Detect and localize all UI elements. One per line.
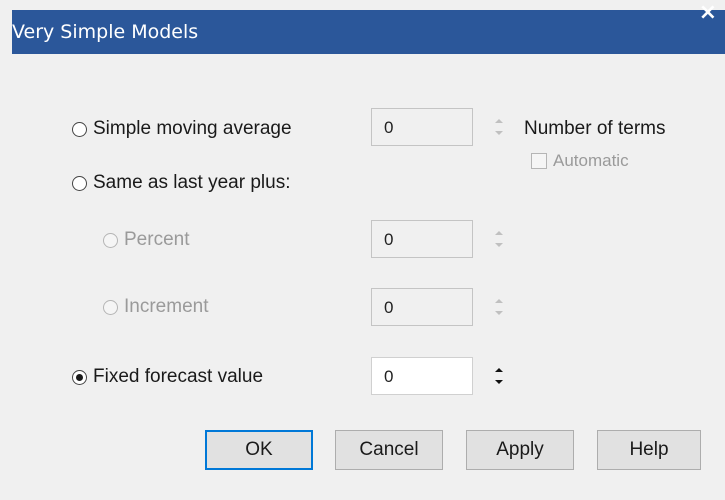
radio-simple-moving-average[interactable]: Simple moving average: [72, 118, 292, 140]
percent-input[interactable]: 0: [371, 220, 473, 258]
increment-input[interactable]: 0: [371, 288, 473, 326]
dialog-title: Very Simple Models: [12, 21, 199, 43]
title-bar[interactable]: Very Simple Models ×: [12, 0, 725, 54]
sma-terms-input[interactable]: 0: [371, 108, 473, 146]
spin-up-icon[interactable]: [495, 231, 503, 235]
dialog-window: Very Simple Models × Simple moving avera…: [0, 0, 725, 500]
radio-circle-icon[interactable]: [72, 369, 87, 385]
checkbox-icon[interactable]: [531, 153, 547, 169]
spin-up-icon[interactable]: [495, 299, 503, 303]
sma-terms-stepper[interactable]: [490, 108, 514, 146]
spin-down-icon[interactable]: [495, 131, 503, 135]
radio-increment[interactable]: Increment: [103, 296, 208, 318]
number-of-terms-label: Number of terms: [524, 118, 666, 139]
radio-circle-icon[interactable]: [72, 175, 87, 191]
automatic-checkbox[interactable]: Automatic: [531, 151, 629, 171]
radio-label-percent: Percent: [124, 229, 190, 250]
automatic-label: Automatic: [553, 151, 629, 170]
close-icon[interactable]: ×: [699, 0, 717, 25]
spin-up-icon[interactable]: [495, 368, 503, 372]
radio-circle-icon[interactable]: [103, 232, 118, 248]
spin-down-icon[interactable]: [495, 243, 503, 247]
radio-selected-dot: [76, 373, 83, 381]
radio-same-as-last-year[interactable]: Same as last year plus:: [72, 172, 290, 194]
spin-up-icon[interactable]: [495, 119, 503, 123]
radio-fixed-forecast-value[interactable]: Fixed forecast value: [72, 366, 263, 388]
help-button[interactable]: Help: [597, 430, 701, 470]
radio-label-increment: Increment: [124, 296, 209, 317]
cancel-button[interactable]: Cancel: [335, 430, 443, 470]
radio-label-same-last-year: Same as last year plus:: [93, 172, 291, 193]
fixed-forecast-input[interactable]: 0: [371, 357, 473, 395]
spin-down-icon[interactable]: [495, 311, 503, 315]
radio-percent[interactable]: Percent: [103, 229, 189, 251]
ok-button[interactable]: OK: [205, 430, 313, 470]
radio-label-fixed: Fixed forecast value: [93, 366, 264, 387]
fixed-forecast-stepper[interactable]: [490, 357, 514, 395]
increment-stepper[interactable]: [490, 288, 514, 326]
percent-stepper[interactable]: [490, 220, 514, 258]
spin-down-icon[interactable]: [495, 380, 503, 384]
radio-circle-icon[interactable]: [103, 299, 118, 315]
apply-button[interactable]: Apply: [466, 430, 574, 470]
radio-label-sma: Simple moving average: [93, 118, 292, 139]
radio-circle-icon[interactable]: [72, 121, 87, 137]
